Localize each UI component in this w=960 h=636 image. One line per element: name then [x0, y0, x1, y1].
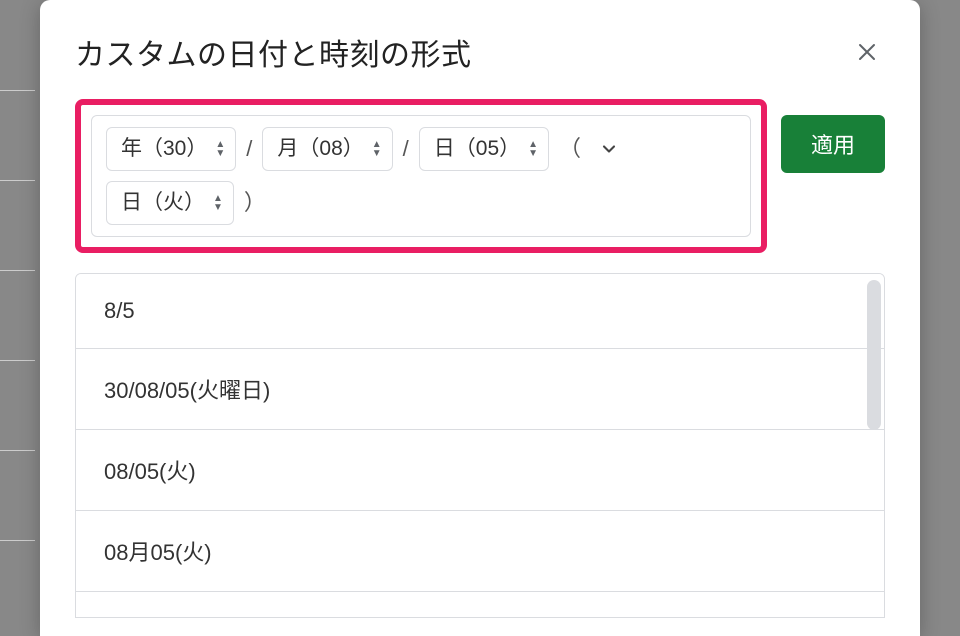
- dialog-title: カスタムの日付と時刻の形式: [75, 30, 472, 74]
- token-month[interactable]: 月（08） ▲▼: [262, 127, 392, 171]
- custom-date-format-dialog: カスタムの日付と時刻の形式 年（30） ▲▼ / 月（08） ▲▼: [40, 0, 920, 636]
- builder-row: 年（30） ▲▼ / 月（08） ▲▼ / 日（05） ▲▼: [75, 99, 885, 253]
- format-option[interactable]: 08/05(火): [76, 430, 884, 511]
- separator-slash: /: [401, 126, 411, 172]
- scrollbar-thumb[interactable]: [867, 280, 881, 430]
- close-button[interactable]: [849, 34, 885, 70]
- token-day[interactable]: 日（05） ▲▼: [419, 127, 549, 171]
- separator-slash: /: [244, 126, 254, 172]
- separator-paren-open: （: [557, 126, 583, 172]
- stepper-icon: ▲▼: [528, 140, 538, 158]
- token-label: 日（05）: [434, 126, 520, 172]
- format-options-list: 8/5 30/08/05(火曜日) 08/05(火) 08月05(火): [75, 273, 885, 618]
- stepper-icon: ▲▼: [372, 140, 382, 158]
- token-label: 月（08）: [277, 126, 363, 172]
- apply-button[interactable]: 適用: [781, 115, 885, 173]
- format-option[interactable]: 30/08/05(火曜日): [76, 349, 884, 430]
- add-token-dropdown[interactable]: [591, 127, 627, 171]
- format-option[interactable]: 8/5: [76, 274, 884, 349]
- format-builder-input[interactable]: 年（30） ▲▼ / 月（08） ▲▼ / 日（05） ▲▼: [91, 115, 751, 237]
- token-label: 日（火）: [121, 180, 205, 226]
- token-label: 年（30）: [121, 126, 207, 172]
- stepper-icon: ▲▼: [215, 140, 225, 158]
- format-option[interactable]: 08月05(火): [76, 511, 884, 592]
- chevron-down-icon: [599, 139, 619, 159]
- token-year[interactable]: 年（30） ▲▼: [106, 127, 236, 171]
- stepper-icon: ▲▼: [213, 194, 223, 212]
- close-icon: [855, 40, 879, 64]
- token-weekday[interactable]: 日（火） ▲▼: [106, 181, 234, 225]
- separator-paren-close: ）: [242, 180, 268, 226]
- format-options-scroll[interactable]: 8/5 30/08/05(火曜日) 08/05(火) 08月05(火): [76, 274, 884, 617]
- format-builder-highlight: 年（30） ▲▼ / 月（08） ▲▼ / 日（05） ▲▼: [75, 99, 767, 253]
- dialog-header: カスタムの日付と時刻の形式: [75, 30, 885, 74]
